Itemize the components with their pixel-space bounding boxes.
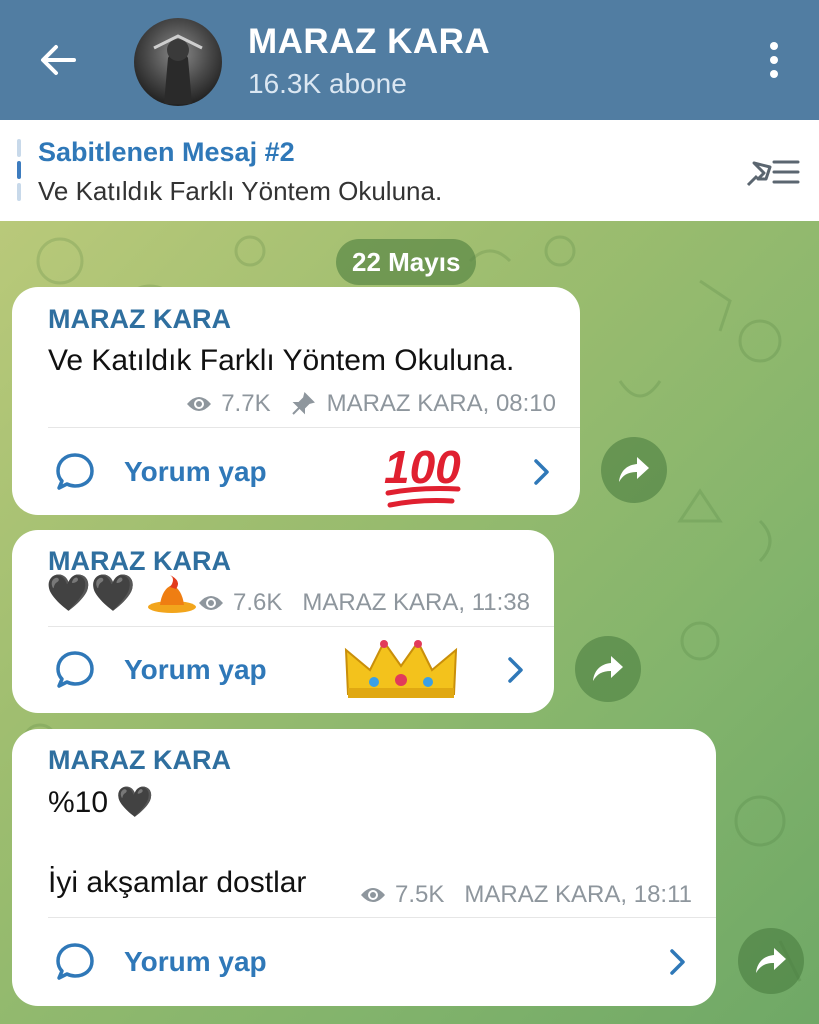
author-time: MARAZ KARA, 08:10 bbox=[326, 390, 556, 417]
message-meta: 7.6K MARAZ KARA, 11:38 bbox=[197, 589, 530, 617]
svg-text:100: 100 bbox=[384, 441, 461, 493]
more-vertical-icon[interactable] bbox=[760, 40, 788, 84]
channel-avatar[interactable] bbox=[134, 18, 222, 106]
view-count: 7.6K bbox=[232, 589, 283, 616]
message-sender[interactable]: MARAZ KARA bbox=[48, 304, 231, 335]
author-time: MARAZ KARA, 18:11 bbox=[464, 881, 692, 908]
pin-list-icon[interactable] bbox=[744, 155, 800, 189]
message-line: %10 🖤 bbox=[48, 786, 154, 819]
share-button[interactable] bbox=[738, 928, 804, 994]
message-text: 🖤🖤 bbox=[46, 572, 198, 615]
eye-icon bbox=[360, 888, 385, 902]
share-arrow-icon bbox=[619, 457, 649, 482]
message-bubble[interactable]: MARAZ KARA Ve Katıldık Farklı Yöntem Oku… bbox=[12, 287, 580, 515]
message-divider bbox=[48, 626, 554, 627]
comment-button[interactable]: Yorum yap bbox=[124, 654, 267, 686]
pin-icon bbox=[291, 392, 315, 415]
subscriber-count: 16.3K abone bbox=[248, 68, 407, 99]
fire-hat-icon bbox=[147, 575, 196, 614]
message-line: İyi akşamlar dostlar bbox=[48, 866, 307, 899]
view-count: 7.7K bbox=[221, 390, 271, 417]
share-arrow-icon bbox=[593, 656, 623, 681]
message-bubble[interactable]: MARAZ KARA 🖤🖤 7.6K MARAZ KARA, 11:38 Yor… bbox=[12, 530, 554, 713]
pinned-index-indicator bbox=[17, 139, 21, 201]
eye-icon bbox=[198, 596, 223, 610]
hundred-points-icon: 100 bbox=[380, 437, 466, 522]
comment-button[interactable]: Yorum yap bbox=[124, 946, 267, 978]
message-divider bbox=[48, 427, 580, 428]
crown-icon bbox=[344, 636, 458, 707]
chevron-right-icon[interactable] bbox=[506, 656, 524, 684]
emoji-text: 🖤🖤 bbox=[46, 572, 136, 613]
pinned-title: Sabitlenen Mesaj #2 bbox=[38, 137, 295, 167]
pinned-message-bar[interactable]: Sabitlenen Mesaj #2 Ve Katıldık Farklı Y… bbox=[0, 120, 819, 221]
share-button[interactable] bbox=[601, 437, 667, 503]
share-arrow-icon bbox=[756, 948, 786, 973]
channel-header: MARAZ KARA 16.3K abone bbox=[0, 0, 819, 120]
message-meta: 7.7K MARAZ KARA, 08:10 bbox=[185, 390, 556, 418]
eye-icon bbox=[187, 397, 212, 411]
comment-bubble-icon[interactable] bbox=[54, 649, 96, 691]
pinned-text: Ve Katıldık Farklı Yöntem Okuluna. bbox=[38, 176, 443, 206]
comment-bubble-icon[interactable] bbox=[54, 941, 96, 983]
message-divider bbox=[48, 917, 716, 918]
avatar-figure bbox=[153, 34, 203, 104]
message-bubble[interactable]: MARAZ KARA %10 🖤 İyi akşamlar dostlar 7.… bbox=[12, 729, 716, 1006]
chevron-right-icon[interactable] bbox=[532, 458, 550, 486]
message-meta: 7.5K MARAZ KARA, 18:11 bbox=[359, 881, 692, 909]
author-time: MARAZ KARA, 11:38 bbox=[302, 589, 530, 616]
message-sender[interactable]: MARAZ KARA bbox=[48, 745, 231, 776]
comment-bubble-icon[interactable] bbox=[54, 451, 96, 493]
channel-title[interactable]: MARAZ KARA bbox=[248, 22, 490, 62]
chevron-right-icon[interactable] bbox=[668, 948, 686, 976]
date-separator: 22 Mayıs bbox=[336, 239, 477, 285]
arrow-left-icon[interactable] bbox=[38, 40, 78, 80]
message-text: Ve Katıldık Farklı Yöntem Okuluna. bbox=[48, 344, 515, 377]
share-button[interactable] bbox=[575, 636, 641, 702]
comment-button[interactable]: Yorum yap bbox=[124, 456, 267, 488]
view-count: 7.5K bbox=[394, 881, 445, 908]
